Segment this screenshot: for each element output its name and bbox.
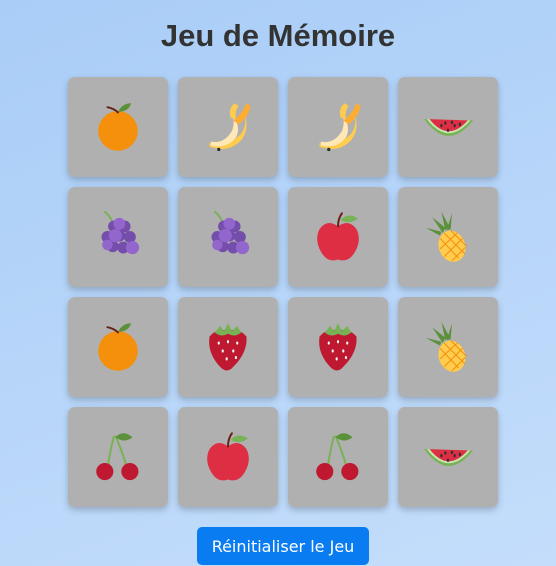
memory-card[interactable] bbox=[288, 407, 388, 507]
memory-card[interactable] bbox=[398, 187, 498, 287]
apple-icon bbox=[207, 432, 249, 481]
memory-board bbox=[68, 77, 498, 507]
memory-card[interactable] bbox=[398, 407, 498, 507]
strawberry-icon bbox=[319, 323, 357, 371]
banana-icon bbox=[209, 103, 251, 152]
memory-card[interactable] bbox=[288, 187, 388, 287]
orange-icon bbox=[98, 103, 138, 151]
memory-card[interactable] bbox=[68, 297, 168, 397]
grapes-icon bbox=[101, 210, 140, 255]
memory-card[interactable] bbox=[178, 297, 278, 397]
memory-card[interactable] bbox=[68, 407, 168, 507]
watermelon-icon bbox=[424, 449, 474, 466]
banana-icon bbox=[319, 103, 361, 152]
page-title: Jeu de Mémoire bbox=[160, 18, 396, 53]
apple-icon bbox=[317, 212, 359, 261]
orange-icon bbox=[98, 323, 138, 371]
memory-card[interactable] bbox=[68, 77, 168, 177]
memory-card[interactable] bbox=[288, 297, 388, 397]
memory-card[interactable] bbox=[178, 187, 278, 287]
pineapple-icon bbox=[425, 211, 467, 262]
pineapple-icon bbox=[425, 321, 467, 372]
cherry-icon bbox=[96, 433, 139, 481]
reset-button[interactable]: Réinitialiser le Jeu bbox=[197, 527, 369, 565]
memory-card[interactable] bbox=[398, 77, 498, 177]
memory-card[interactable] bbox=[178, 407, 278, 507]
grapes-icon bbox=[211, 210, 250, 255]
watermelon-icon bbox=[424, 119, 474, 136]
memory-card[interactable] bbox=[398, 297, 498, 397]
memory-card[interactable] bbox=[178, 77, 278, 177]
memory-card[interactable] bbox=[68, 187, 168, 287]
memory-card[interactable] bbox=[288, 77, 388, 177]
strawberry-icon bbox=[209, 323, 247, 371]
cherry-icon bbox=[316, 433, 359, 481]
